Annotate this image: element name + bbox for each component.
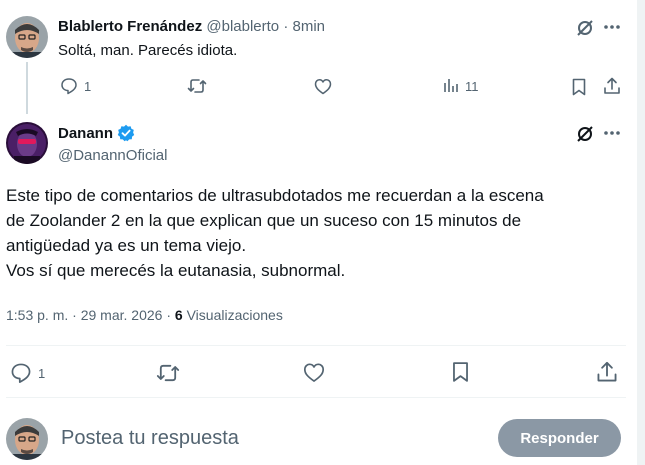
author-name[interactable]: Blablerto Frenández bbox=[58, 18, 202, 35]
grok-icon[interactable] bbox=[575, 18, 595, 38]
tweet-text-line: Vos sí que merecés la eutanasia, subnorm… bbox=[6, 261, 346, 280]
grok-icon[interactable] bbox=[575, 124, 595, 144]
avatar-danann[interactable] bbox=[6, 122, 48, 164]
separator: · bbox=[283, 18, 289, 35]
verified-badge-icon[interactable] bbox=[117, 124, 135, 142]
reply-input[interactable]: Postea tu respuesta bbox=[61, 427, 239, 450]
page-border bbox=[637, 0, 645, 465]
reply-submit-button[interactable]: Responder bbox=[498, 419, 621, 457]
reply-count: 1 bbox=[84, 78, 92, 94]
tweet-date[interactable]: 29 mar. 2026 bbox=[81, 307, 163, 323]
more-icon[interactable] bbox=[603, 130, 621, 136]
views-number: 6 bbox=[174, 307, 183, 323]
reply-count: 1 bbox=[38, 365, 46, 381]
reply-icon bbox=[10, 362, 32, 384]
separator: · bbox=[72, 307, 77, 323]
tweet-meta: 1:53 p. m. · 29 mar. 2026 · 6 Visualizac… bbox=[6, 307, 283, 323]
reply-button[interactable]: 1 bbox=[10, 362, 45, 384]
views-button[interactable]: 11 bbox=[443, 78, 479, 94]
reply-icon bbox=[60, 77, 78, 95]
avatar-current-user[interactable] bbox=[6, 418, 48, 460]
reply-text: Soltá, man. Parecés idiota. bbox=[58, 42, 238, 59]
tweet-text-line: antigüedad ya es un tema viejo. bbox=[6, 236, 247, 255]
like-icon[interactable] bbox=[303, 362, 325, 383]
more-icon[interactable] bbox=[603, 24, 621, 30]
author-handle[interactable]: @blablerto bbox=[206, 18, 279, 35]
reply-author: Blablerto Frenández @blablerto · 8min bbox=[58, 18, 325, 35]
tweet-text-line: Este tipo de comentarios de ultrasubdota… bbox=[6, 186, 544, 205]
timestamp[interactable]: 8min bbox=[293, 18, 326, 35]
tweet-text: Este tipo de comentarios de ultrasubdota… bbox=[6, 183, 626, 283]
author-name[interactable]: Danann bbox=[58, 125, 113, 142]
views-icon bbox=[443, 78, 459, 94]
avatar-blablerto[interactable] bbox=[6, 16, 48, 58]
share-icon[interactable] bbox=[596, 361, 618, 383]
main-author-name-row: Danann bbox=[58, 124, 135, 142]
bookmark-icon[interactable] bbox=[571, 78, 587, 96]
reply-button[interactable]: 1 bbox=[60, 77, 91, 95]
tweet-time[interactable]: 1:53 p. m. bbox=[6, 307, 68, 323]
divider bbox=[6, 345, 626, 346]
thread-line bbox=[26, 62, 28, 114]
like-icon[interactable] bbox=[314, 78, 332, 95]
retweet-icon[interactable] bbox=[187, 77, 207, 95]
divider bbox=[6, 397, 626, 398]
views-count: 11 bbox=[465, 78, 479, 94]
author-handle[interactable]: @DanannOficial bbox=[58, 147, 167, 164]
retweet-icon[interactable] bbox=[156, 362, 180, 384]
tweet-text-line: de Zoolander 2 en la que explican que un… bbox=[6, 211, 522, 230]
share-icon[interactable] bbox=[603, 77, 621, 95]
bookmark-icon[interactable] bbox=[451, 361, 470, 383]
views-label: Visualizaciones bbox=[186, 307, 283, 323]
separator: · bbox=[166, 307, 172, 323]
